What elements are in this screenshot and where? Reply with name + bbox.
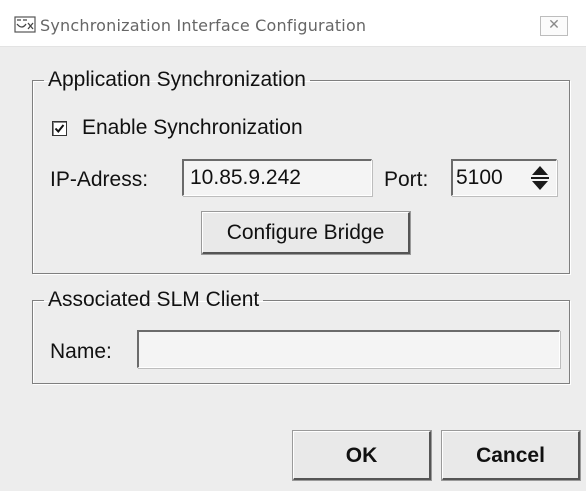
- close-icon: ✕: [548, 17, 560, 33]
- close-button[interactable]: ✕: [540, 16, 568, 36]
- port-label: Port:: [384, 168, 429, 191]
- enable-synchronization-label[interactable]: Enable Synchronization: [82, 116, 303, 140]
- enable-synchronization-checkbox[interactable]: [52, 121, 67, 136]
- dialog-window: Synchronization Interface Configuration …: [0, 0, 586, 491]
- app-icon: [14, 16, 36, 33]
- window-title: Synchronization Interface Configuration: [40, 16, 367, 35]
- configure-bridge-button[interactable]: Configure Bridge: [202, 212, 410, 254]
- ok-button[interactable]: OK: [293, 431, 431, 480]
- name-input[interactable]: [137, 330, 560, 368]
- application-synchronization-legend: Application Synchronization: [48, 68, 306, 91]
- ip-address-label: IP-Adress:: [50, 168, 149, 191]
- cancel-button[interactable]: Cancel: [442, 431, 580, 480]
- associated-slm-client-legend: Associated SLM Client: [48, 288, 260, 311]
- ip-address-input[interactable]: 10.85.9.242: [182, 159, 372, 196]
- check-icon: [54, 124, 65, 134]
- name-label: Name:: [50, 340, 112, 363]
- title-bar[interactable]: Synchronization Interface Configuration …: [0, 0, 586, 47]
- spinner-arrows-icon[interactable]: [527, 162, 553, 194]
